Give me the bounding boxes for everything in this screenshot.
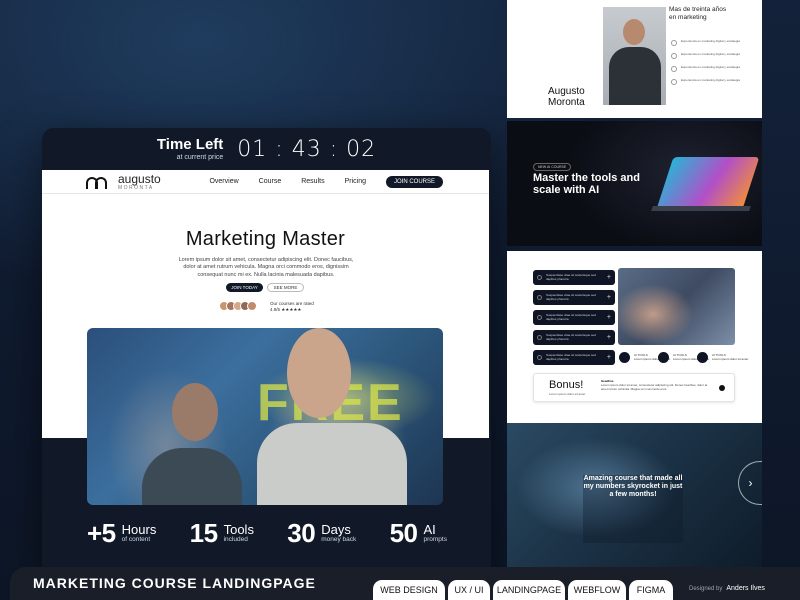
tag-web-design[interactable]: WEB DESIGN bbox=[373, 580, 445, 600]
plus-icon: + bbox=[606, 334, 611, 341]
project-title: MARKETING COURSE LANDINGPAGE bbox=[33, 575, 316, 591]
circle-icon bbox=[537, 315, 542, 320]
check-icon bbox=[671, 53, 677, 59]
chevron-right-icon: › bbox=[748, 476, 753, 490]
nav-links: Overview Course Results Pricing JOIN COU… bbox=[209, 175, 443, 188]
circle-icon bbox=[537, 295, 542, 300]
avatar bbox=[247, 301, 257, 311]
join-course-button[interactable]: JOIN COURSE bbox=[385, 175, 443, 188]
ai-tools-title: Master the tools and scale with AI bbox=[533, 172, 640, 196]
tag-ux-ui[interactable]: UX / UI bbox=[448, 580, 490, 600]
stat-days: 30 Days money back bbox=[287, 517, 357, 548]
join-today-button[interactable]: JOIN TODAY bbox=[226, 283, 263, 292]
logo-name: augusto bbox=[118, 171, 161, 186]
designed-by: Designed by Anders Ilves bbox=[689, 585, 765, 592]
nav-link-course[interactable]: Course bbox=[259, 178, 282, 185]
tag-landingpage[interactable]: LANDINGPAGE bbox=[493, 580, 565, 600]
bonus-description: Headline Lorem ipsum dolor sit amet, cons… bbox=[601, 379, 708, 391]
nav-link-overview[interactable]: Overview bbox=[209, 178, 238, 185]
plus-icon: + bbox=[606, 314, 611, 321]
hero-title: Marketing Master bbox=[185, 228, 346, 250]
hero-subtitle: Lorem ipsum dolor sit amet, consectetur … bbox=[178, 257, 354, 278]
tag-webflow[interactable]: WEBFLOW bbox=[568, 580, 626, 600]
hero-photo: FREE bbox=[87, 328, 443, 505]
laptop-illustration bbox=[656, 157, 760, 209]
about-item: Experiencia en marketing digital y estra… bbox=[671, 52, 740, 59]
navbar: augusto MORONTA Overview Course Results … bbox=[42, 170, 489, 194]
tool-icon bbox=[658, 352, 669, 363]
nav-link-pricing[interactable]: Pricing bbox=[345, 178, 366, 185]
accordion-item[interactable]: Suspendisse vitae sit scelerisque sed da… bbox=[533, 290, 615, 305]
rating-stars: 4.9/5 ★★★★★ bbox=[270, 307, 302, 313]
tool-icon bbox=[697, 352, 708, 363]
timer-count: 01 : 43 : 02 bbox=[237, 136, 377, 162]
check-icon bbox=[671, 66, 677, 72]
circle-icon bbox=[537, 335, 542, 340]
bonus-subtitle: Lorem ipsum dolor sit amet bbox=[549, 392, 586, 396]
stats-row: +5 Hours of content 15 Tools included 30 D… bbox=[87, 518, 447, 548]
accordion-item[interactable]: Suspendisse vitae sit scelerisque sed da… bbox=[533, 310, 615, 325]
nav-link-results[interactable]: Results bbox=[301, 178, 324, 185]
timer-sublabel: at current price bbox=[176, 154, 224, 161]
stat-hours: +5 Hours of content bbox=[87, 517, 157, 548]
timer-hours: 01 bbox=[237, 136, 268, 162]
bonus-title: Bonus! bbox=[549, 379, 584, 391]
check-icon bbox=[671, 79, 677, 85]
countdown-timer: Time Left at current price 01 : 43 : 02 bbox=[42, 128, 491, 170]
about-item: Experiencia en marketing digital y estra… bbox=[671, 39, 740, 46]
plus-icon: + bbox=[606, 354, 611, 361]
logo-subname: MORONTA bbox=[118, 184, 154, 191]
accordion-item[interactable]: Suspendisse vitae sit scelerisque sed da… bbox=[533, 330, 615, 345]
check-icon bbox=[671, 40, 677, 46]
tag-figma[interactable]: FIGMA bbox=[629, 580, 673, 600]
avatar-group bbox=[219, 301, 257, 311]
see-more-button[interactable]: SEE MORE bbox=[267, 283, 304, 292]
instructor-portrait bbox=[603, 7, 666, 105]
designer-name: Anders Ilves bbox=[726, 585, 765, 592]
about-heading: Mas de treinta años en marketing bbox=[669, 6, 727, 21]
laptop-base bbox=[651, 206, 751, 211]
logo[interactable]: augusto MORONTA bbox=[86, 173, 161, 191]
accordion-item[interactable]: Suspendisse vitae sit scelerisque sed da… bbox=[533, 270, 615, 285]
tool-icon bbox=[619, 352, 630, 363]
bonus-arrow-icon bbox=[719, 385, 725, 391]
circle-icon bbox=[537, 355, 542, 360]
bonus-card[interactable]: Bonus! Lorem ipsum dolor sit amet Headli… bbox=[533, 373, 735, 402]
plus-icon: + bbox=[606, 274, 611, 281]
about-item: Experiencia en marketing digital y estra… bbox=[671, 65, 740, 72]
stat-prompts: 50 AI prompts bbox=[389, 517, 447, 548]
accordion-item[interactable]: Suspendisse vitae sit scelerisque sed da… bbox=[533, 350, 615, 365]
instructor-name: Augusto Moronta bbox=[548, 86, 585, 108]
timer-label: Time Left bbox=[156, 136, 224, 153]
timer-minutes: 43 bbox=[291, 136, 322, 162]
circle-icon bbox=[537, 275, 542, 280]
timer-seconds: 02 bbox=[346, 136, 377, 162]
course-tag: NEW AI COURSE bbox=[533, 163, 572, 171]
testimonial-text: Amazing course that made all my numbers … bbox=[583, 475, 683, 499]
logo-mark-icon bbox=[86, 175, 112, 189]
features-photo bbox=[618, 268, 735, 345]
social-proof: Our courses are rated 4.9/5 ★★★★★ bbox=[270, 301, 314, 314]
tool-item: AI TOOLS Lorem ipsum dolor sit amet bbox=[697, 352, 748, 363]
plus-icon: + bbox=[606, 294, 611, 301]
about-item: Experiencia en marketing digital y estra… bbox=[671, 78, 740, 85]
stat-tools: 15 Tools included bbox=[189, 517, 254, 548]
